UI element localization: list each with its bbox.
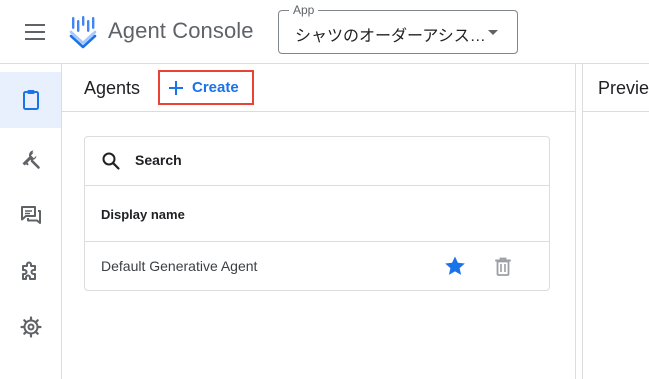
rail-item-agents[interactable] [0,72,61,128]
search-input[interactable]: Search [85,137,549,186]
app-select-value: シャツのオーダーアシス… [295,28,485,45]
agents-panel-header: Agents [62,64,576,112]
search-icon [102,152,120,170]
app-select-label: App [289,3,319,17]
column-header-display-name: Display name [101,207,185,222]
agent-display-name: Default Generative Agent [101,258,258,274]
create-button-label: Create [192,79,239,96]
agents-table-card: Search Display name Default Generative A… [84,136,550,291]
star-icon[interactable] [443,254,467,278]
top-app-bar: Agent Console App シャツのオーダーアシス… [0,0,649,64]
puzzle-icon [21,261,36,280]
agent-console-logo-icon [69,16,97,49]
chat-icon [20,206,41,224]
wrench-icon [22,150,40,169]
left-nav-rail [0,64,62,379]
rail-item-integrations[interactable] [0,243,61,299]
create-agent-button[interactable]: Create [158,70,254,105]
rail-item-tools[interactable] [0,131,61,187]
rail-item-settings[interactable] [0,299,61,355]
gear-icon [19,316,42,338]
preview-panel-header: Previe [583,64,649,112]
delete-icon[interactable] [491,254,515,278]
dropdown-arrow-icon [488,30,498,35]
preview-panel-title: Previe [598,78,649,98]
search-placeholder: Search [135,152,182,168]
app-brand-title: Agent Console [108,18,254,43]
hamburger-menu-icon[interactable] [18,18,54,46]
table-row[interactable]: Default Generative Agent [85,242,549,290]
clipboard-icon [22,90,39,110]
table-header-row: Display name [85,186,549,242]
app-select[interactable]: App シャツのオーダーアシス… [278,3,518,54]
plus-icon [169,80,183,95]
panel-title: Agents [84,78,141,98]
rail-item-conversations[interactable] [0,187,61,243]
panel-resize-handle[interactable] [575,64,583,379]
